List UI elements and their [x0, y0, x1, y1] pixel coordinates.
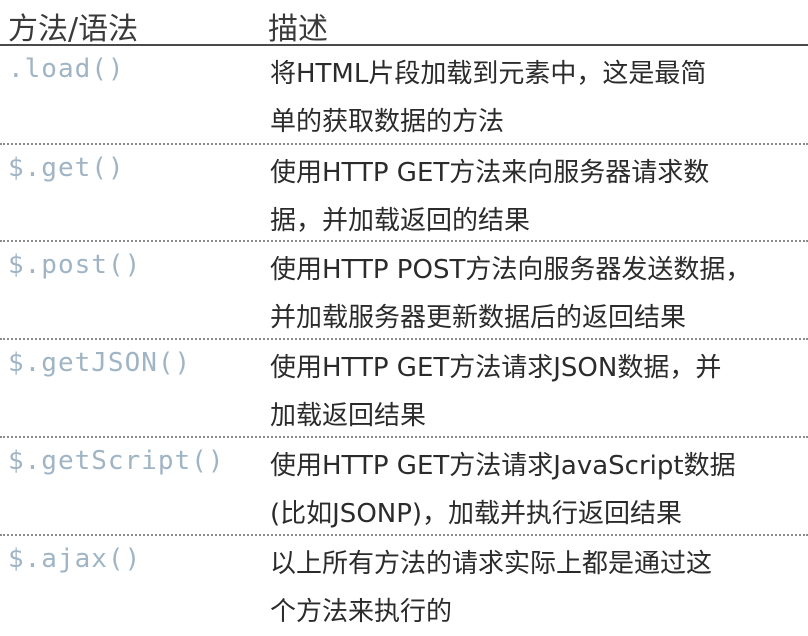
method-name: $.getJSON(): [8, 348, 192, 378]
method-description: 使用HTTP POST方法向服务器发送数据， 并加载服务器更新数据后的返回结果: [270, 246, 800, 342]
method-name: .load(): [8, 54, 125, 84]
description-line: 使用HTTP GET方法来向服务器请求数: [270, 158, 710, 188]
method-name: $.get(): [8, 153, 125, 183]
description-line: 加载返回结果: [270, 401, 427, 431]
description-line: (比如JSONP)，加载并执行返回结果: [270, 499, 683, 529]
description-line: 据，并加载返回的结果: [270, 206, 531, 236]
method-name: $.getScript(): [8, 446, 225, 476]
table-row: $.ajax() 以上所有方法的请求实际上都是通过这 个方法来执行的: [0, 536, 808, 632]
method-description: 使用HTTP GET方法请求JavaScript数据 (比如JSONP)，加载并…: [270, 442, 800, 538]
method-description: 使用HTTP GET方法请求JSON数据，并 加载返回结果: [270, 344, 800, 440]
table-row: $.post() 使用HTTP POST方法向服务器发送数据， 并加载服务器更新…: [0, 242, 808, 338]
description-line: 并加载服务器更新数据后的返回结果: [270, 303, 687, 333]
method-description: 以上所有方法的请求实际上都是通过这 个方法来执行的: [270, 540, 800, 636]
table-row: $.getScript() 使用HTTP GET方法请求JavaScript数据…: [0, 438, 808, 534]
table-row: .load() 将HTML片段加载到元素中，这是最简 单的获取数据的方法: [0, 46, 808, 142]
method-description: 使用HTTP GET方法来向服务器请求数 据，并加载返回的结果: [270, 149, 800, 245]
description-line: 使用HTTP GET方法请求JavaScript数据: [270, 451, 736, 481]
description-line: 单的获取数据的方法: [270, 107, 505, 137]
method-name: $.post(): [8, 250, 142, 280]
header-description: 描述: [268, 12, 328, 47]
description-line: 使用HTTP GET方法请求JSON数据，并: [270, 353, 722, 383]
description-line: 使用HTTP POST方法向服务器发送数据，: [270, 255, 752, 285]
description-line: 个方法来执行的: [270, 597, 453, 627]
table-row: $.getJSON() 使用HTTP GET方法请求JSON数据，并 加载返回结…: [0, 340, 808, 436]
description-line: 将HTML片段加载到元素中，这是最简: [270, 59, 707, 89]
method-description: 将HTML片段加载到元素中，这是最简 单的获取数据的方法: [270, 50, 800, 146]
table-row: $.get() 使用HTTP GET方法来向服务器请求数 据，并加载返回的结果: [0, 145, 808, 241]
table-header: 方法/语法 描述: [0, 0, 808, 47]
header-method: 方法/语法: [8, 12, 139, 47]
method-name: $.ajax(): [8, 544, 142, 574]
ajax-methods-table: 方法/语法 描述 .load() 将HTML片段加载到元素中，这是最简 单的获取…: [0, 0, 808, 636]
description-line: 以上所有方法的请求实际上都是通过这: [270, 549, 713, 579]
